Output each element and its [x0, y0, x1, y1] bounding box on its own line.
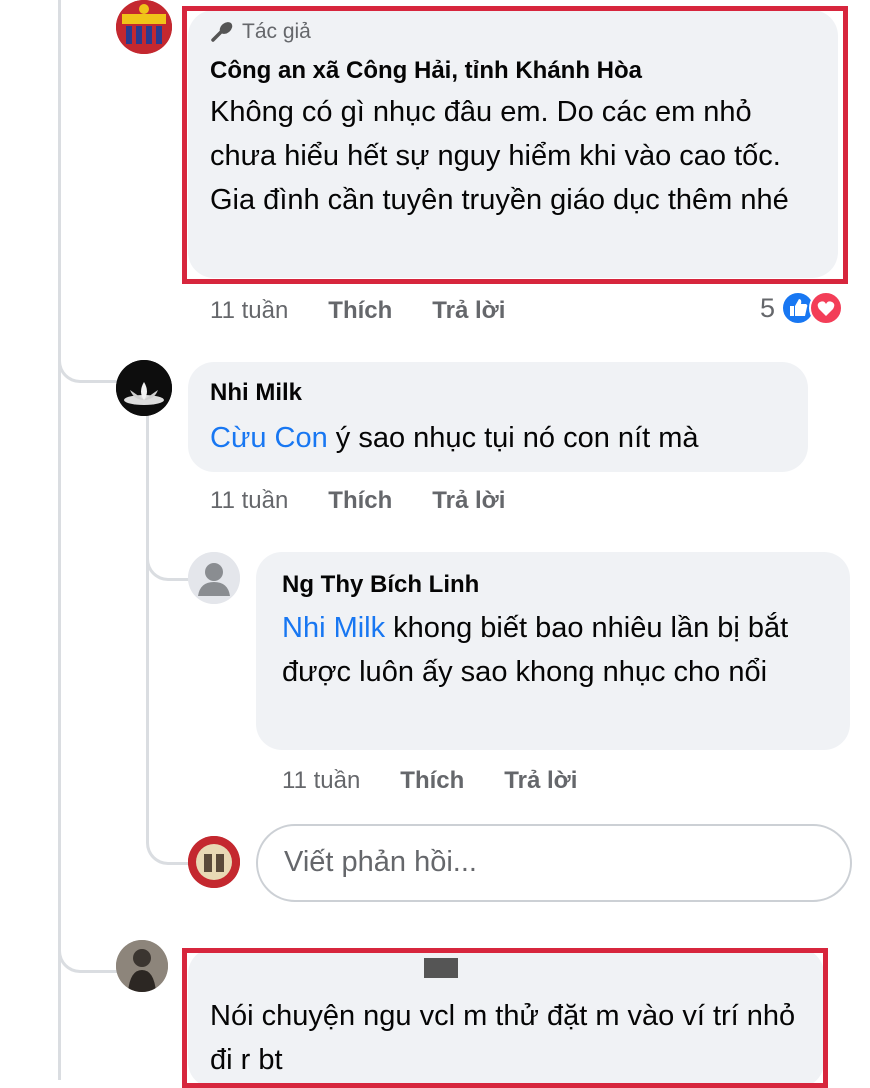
- default-user-icon: [188, 552, 240, 604]
- mention-link[interactable]: Cừu Con: [210, 422, 328, 454]
- comment-time[interactable]: 11 tuần: [210, 487, 288, 515]
- avatar[interactable]: [116, 0, 172, 54]
- comment-bubble: Nhi Milk Cừu Con ý sao nhục tụi nó con n…: [188, 362, 808, 472]
- like-button[interactable]: Thích: [328, 487, 392, 515]
- comment-text: Nhi Milk khong biết bao nhiêu lần bị bắt…: [282, 612, 789, 688]
- thread-connector: [58, 900, 119, 973]
- avatar[interactable]: [188, 836, 240, 888]
- comment-time[interactable]: 11 tuần: [210, 297, 288, 325]
- reply-button[interactable]: Trả lời: [432, 487, 505, 515]
- reply-button[interactable]: Trả lời: [504, 767, 577, 795]
- comment-actions: 11 tuần Thích Trả lời: [210, 484, 545, 518]
- thread-connector: [58, 320, 119, 383]
- avatar[interactable]: [188, 552, 240, 604]
- reply-button[interactable]: Trả lời: [432, 297, 505, 325]
- reaction-summary[interactable]: 5: [760, 290, 845, 326]
- thread-connector: [146, 530, 189, 581]
- thread-connector: [146, 820, 189, 865]
- reaction-count: 5: [760, 292, 776, 323]
- avatar[interactable]: [116, 940, 168, 992]
- user-photo-icon: [116, 940, 168, 992]
- police-logo-icon: [188, 836, 240, 888]
- comment-actions: 11 tuần Thích Trả lời: [210, 294, 545, 328]
- comment-author[interactable]: Nhi Milk: [210, 378, 302, 408]
- avatar[interactable]: [116, 360, 172, 416]
- comment-actions: 11 tuần Thích Trả lời: [282, 764, 617, 798]
- highlight-box: [182, 6, 848, 284]
- highlight-box: [182, 948, 828, 1088]
- reply-input[interactable]: Viết phản hồi...: [256, 824, 852, 902]
- comment-bubble: Ng Thy Bích Linh Nhi Milk khong biết bao…: [256, 552, 850, 750]
- like-button[interactable]: Thích: [400, 767, 464, 795]
- police-logo-icon: [116, 0, 172, 54]
- comment-time[interactable]: 11 tuần: [282, 767, 360, 795]
- like-button[interactable]: Thích: [328, 297, 392, 325]
- lotus-avatar-icon: [116, 360, 172, 416]
- comment-author[interactable]: Ng Thy Bích Linh: [282, 570, 479, 600]
- love-reaction-icon: [809, 291, 844, 325]
- thread-line-nested: [146, 415, 149, 835]
- mention-link[interactable]: Nhi Milk: [282, 612, 385, 644]
- comment-text: Cừu Con ý sao nhục tụi nó con nít mà: [210, 422, 699, 454]
- reply-input-placeholder: Viết phản hồi...: [284, 846, 477, 878]
